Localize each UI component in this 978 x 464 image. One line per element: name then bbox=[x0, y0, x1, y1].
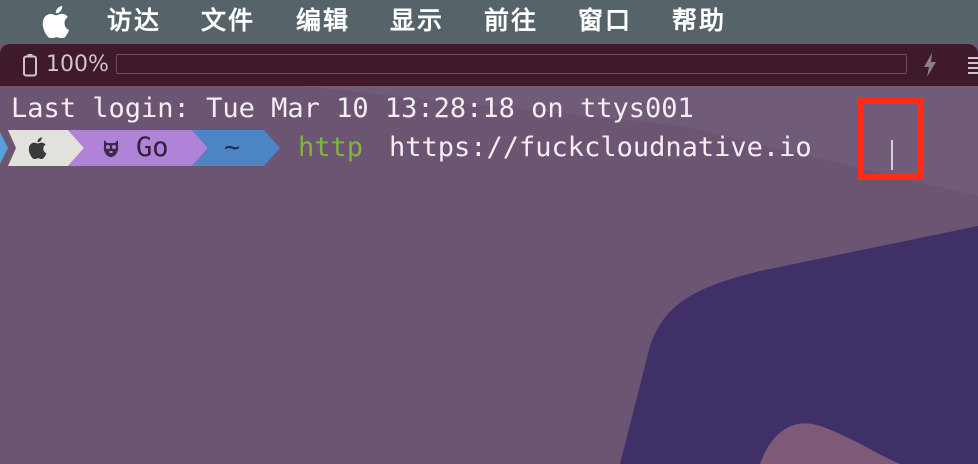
last-login-line: Last login: Tue Mar 10 13:28:18 on ttys0… bbox=[11, 93, 694, 124]
menu-view[interactable]: 显示 bbox=[390, 5, 444, 37]
menu-bar: 访达 文件 编辑 显示 前往 窗口 帮助 bbox=[0, 0, 978, 44]
battery-percentage: 100% bbox=[46, 52, 109, 77]
prompt-directory-segment: ~ bbox=[224, 132, 241, 163]
menu-edit[interactable]: 编辑 bbox=[296, 5, 350, 37]
hamburger-menu-icon[interactable] bbox=[968, 56, 978, 74]
battery-icon bbox=[23, 54, 37, 77]
highlight-annotation-box bbox=[858, 98, 924, 180]
apple-menu-icon[interactable] bbox=[40, 6, 70, 38]
command-program: http bbox=[298, 132, 364, 163]
menu-file[interactable]: 文件 bbox=[201, 5, 255, 37]
command-argument: https://fuckcloudnative.io bbox=[389, 132, 812, 163]
apple-icon bbox=[28, 137, 47, 159]
prompt-language-segment: Go bbox=[136, 132, 169, 163]
terminal-window[interactable]: Last login: Tue Mar 10 13:28:18 on ttys0… bbox=[0, 86, 978, 464]
menu-go[interactable]: 前往 bbox=[484, 5, 538, 37]
menu-help[interactable]: 帮助 bbox=[672, 5, 726, 37]
go-gopher-icon bbox=[103, 140, 119, 157]
menu-finder[interactable]: 访达 bbox=[107, 5, 161, 37]
status-bar-track bbox=[116, 54, 907, 74]
terminal-status-bar: 100% bbox=[0, 44, 978, 86]
lightning-bolt-icon bbox=[924, 53, 936, 77]
menu-window[interactable]: 窗口 bbox=[578, 5, 632, 37]
